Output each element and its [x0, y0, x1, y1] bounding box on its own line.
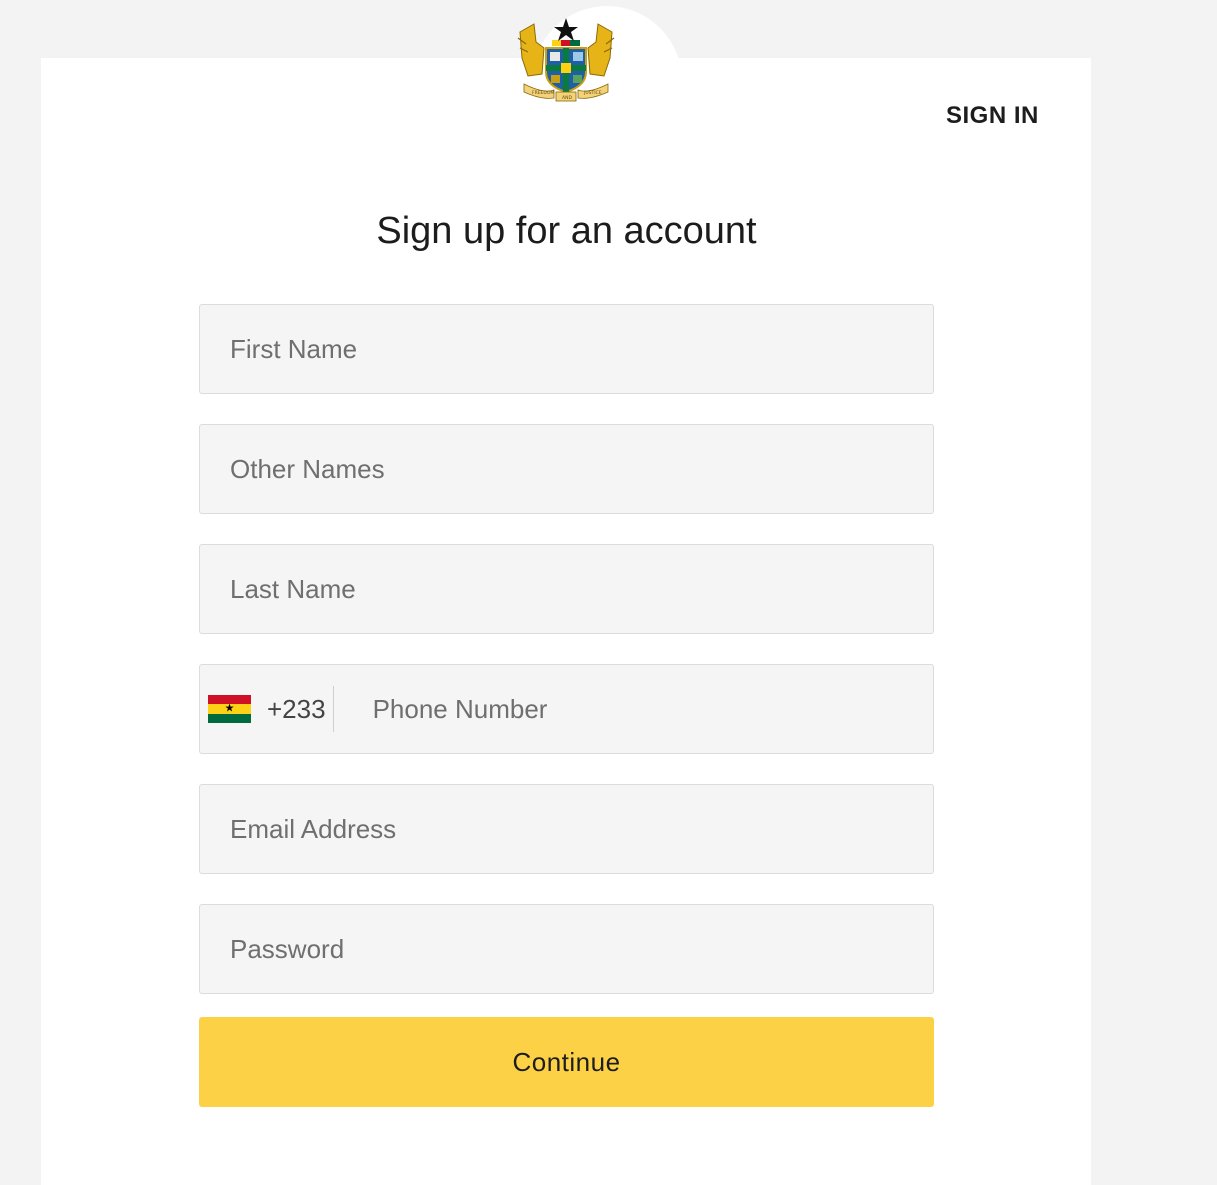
password-field [199, 904, 934, 994]
phone-field: ★ +233 [199, 664, 934, 754]
password-input[interactable] [200, 905, 933, 993]
last-name-field [199, 544, 934, 634]
phone-number-input[interactable] [341, 665, 933, 753]
ghana-flag-icon: ★ [208, 695, 251, 723]
sign-in-link[interactable]: SIGN IN [946, 102, 1039, 130]
first-name-field [199, 304, 934, 394]
other-names-field [199, 424, 934, 514]
emblem-motto-center: AND [562, 95, 572, 101]
phone-divider [332, 686, 334, 732]
first-name-input[interactable] [200, 305, 933, 393]
coat-of-arms-logo: FREEDOM AND JUSTICE [517, 18, 615, 102]
emblem-motto-right: JUSTICE [583, 90, 602, 96]
last-name-input[interactable] [200, 545, 933, 633]
other-names-input[interactable] [200, 425, 933, 513]
emblem-motto-left: FREEDOM [532, 90, 554, 96]
email-field [199, 784, 934, 874]
email-input[interactable] [200, 785, 933, 873]
dial-code: +233 [267, 693, 326, 724]
page-title: Sign up for an account [376, 210, 757, 252]
continue-button[interactable]: Continue [199, 1017, 934, 1107]
country-code-selector[interactable]: ★ +233 [200, 665, 342, 753]
